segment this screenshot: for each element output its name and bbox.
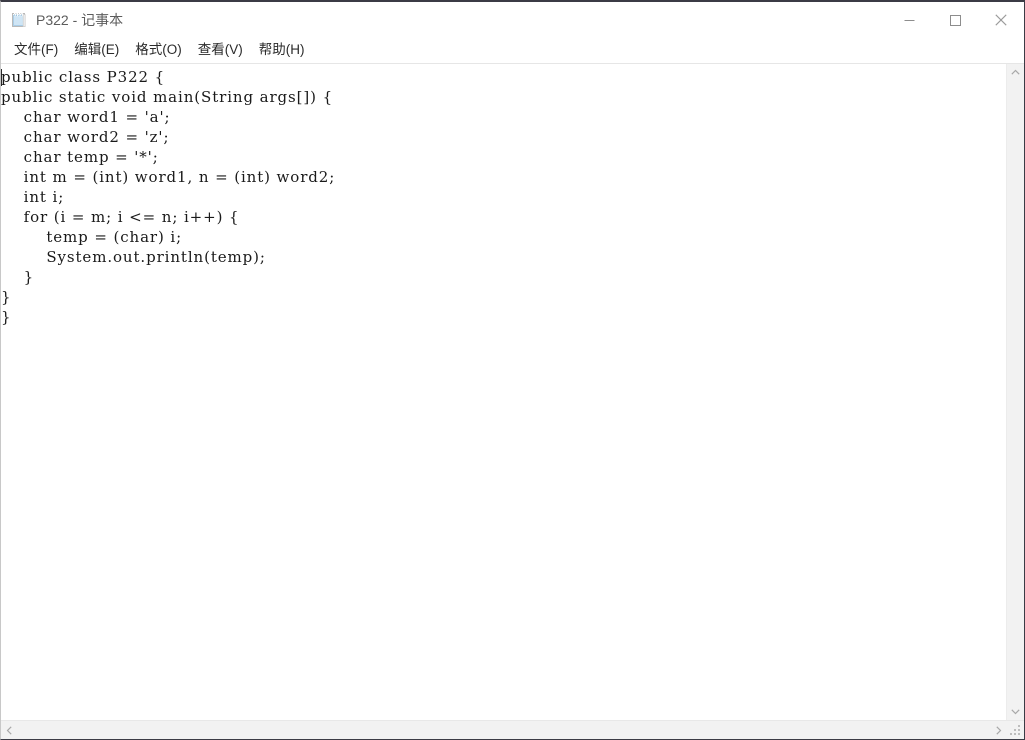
resize-grip-icon[interactable] [1007,721,1024,739]
chevron-down-icon [1011,709,1020,715]
scroll-right-button[interactable] [990,722,1007,739]
horizontal-scroll-track[interactable] [18,721,990,739]
chevron-up-icon [1011,69,1020,75]
window-title: P322 - 记事本 [36,12,124,28]
chevron-right-icon [996,725,1002,735]
title-bar-left: P322 - 记事本 [1,2,123,38]
menu-item-view[interactable]: 查看(V) [190,41,251,60]
title-bar[interactable]: P322 - 记事本 [1,2,1024,38]
menu-item-edit[interactable]: 编辑(E) [66,41,127,60]
code-text[interactable]: public class P322 { public static void m… [1,67,335,327]
window-controls [886,2,1024,38]
notepad-window: P322 - 记事本 文件(F) 编辑(E) 格式(O) 查看(V) 帮助(H)… [0,0,1025,740]
minimize-button[interactable] [886,2,932,38]
maximize-button[interactable] [932,2,978,38]
horizontal-scrollbar-row [1,720,1024,739]
close-icon [995,14,1007,26]
notepad-icon [10,11,28,29]
menu-bar: 文件(F) 编辑(E) 格式(O) 查看(V) 帮助(H) [1,38,1024,63]
scroll-up-button[interactable] [1007,64,1024,81]
chevron-left-icon [6,725,12,735]
vertical-scroll-track[interactable] [1007,81,1024,703]
vertical-scrollbar[interactable] [1006,64,1024,720]
menu-item-file[interactable]: 文件(F) [6,41,66,60]
close-button[interactable] [978,2,1024,38]
scroll-left-button[interactable] [1,722,18,739]
text-editor[interactable]: public class P322 { public static void m… [1,64,1006,720]
minimize-icon [904,19,914,21]
menu-item-format[interactable]: 格式(O) [127,41,190,60]
editor-area: public class P322 { public static void m… [1,63,1024,720]
horizontal-scrollbar[interactable] [1,721,1007,739]
menu-item-help[interactable]: 帮助(H) [251,41,313,60]
maximize-icon [949,14,961,26]
scroll-down-button[interactable] [1007,703,1024,720]
